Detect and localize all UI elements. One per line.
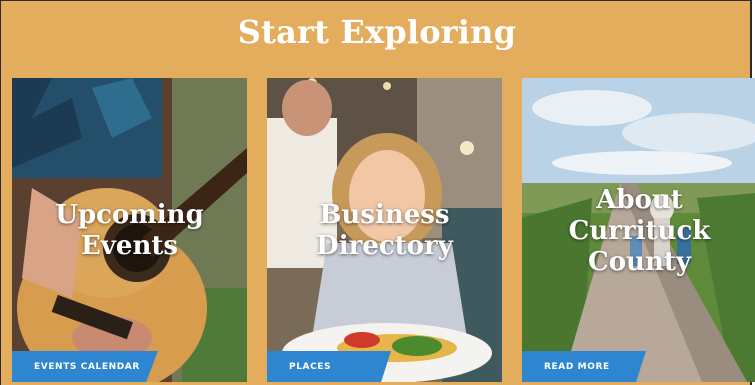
card-title: About Currituck County <box>568 185 711 277</box>
events-calendar-button[interactable]: EVENTS CALENDAR <box>12 351 158 382</box>
places-button[interactable]: PLACES <box>267 351 391 382</box>
card-title: Upcoming Events <box>55 200 204 261</box>
read-more-button[interactable]: READ MORE <box>522 351 646 382</box>
start-exploring-section: Start Exploring Upcoming Events EVENTS C… <box>0 0 755 385</box>
section-title: Start Exploring <box>237 13 517 51</box>
card-about-currituck-county[interactable]: About Currituck County READ MORE <box>522 78 755 382</box>
card-business-directory[interactable]: Business Directory PLACES <box>267 78 502 382</box>
card-title: Business Directory <box>316 200 453 261</box>
card-upcoming-events[interactable]: Upcoming Events EVENTS CALENDAR <box>12 78 247 382</box>
